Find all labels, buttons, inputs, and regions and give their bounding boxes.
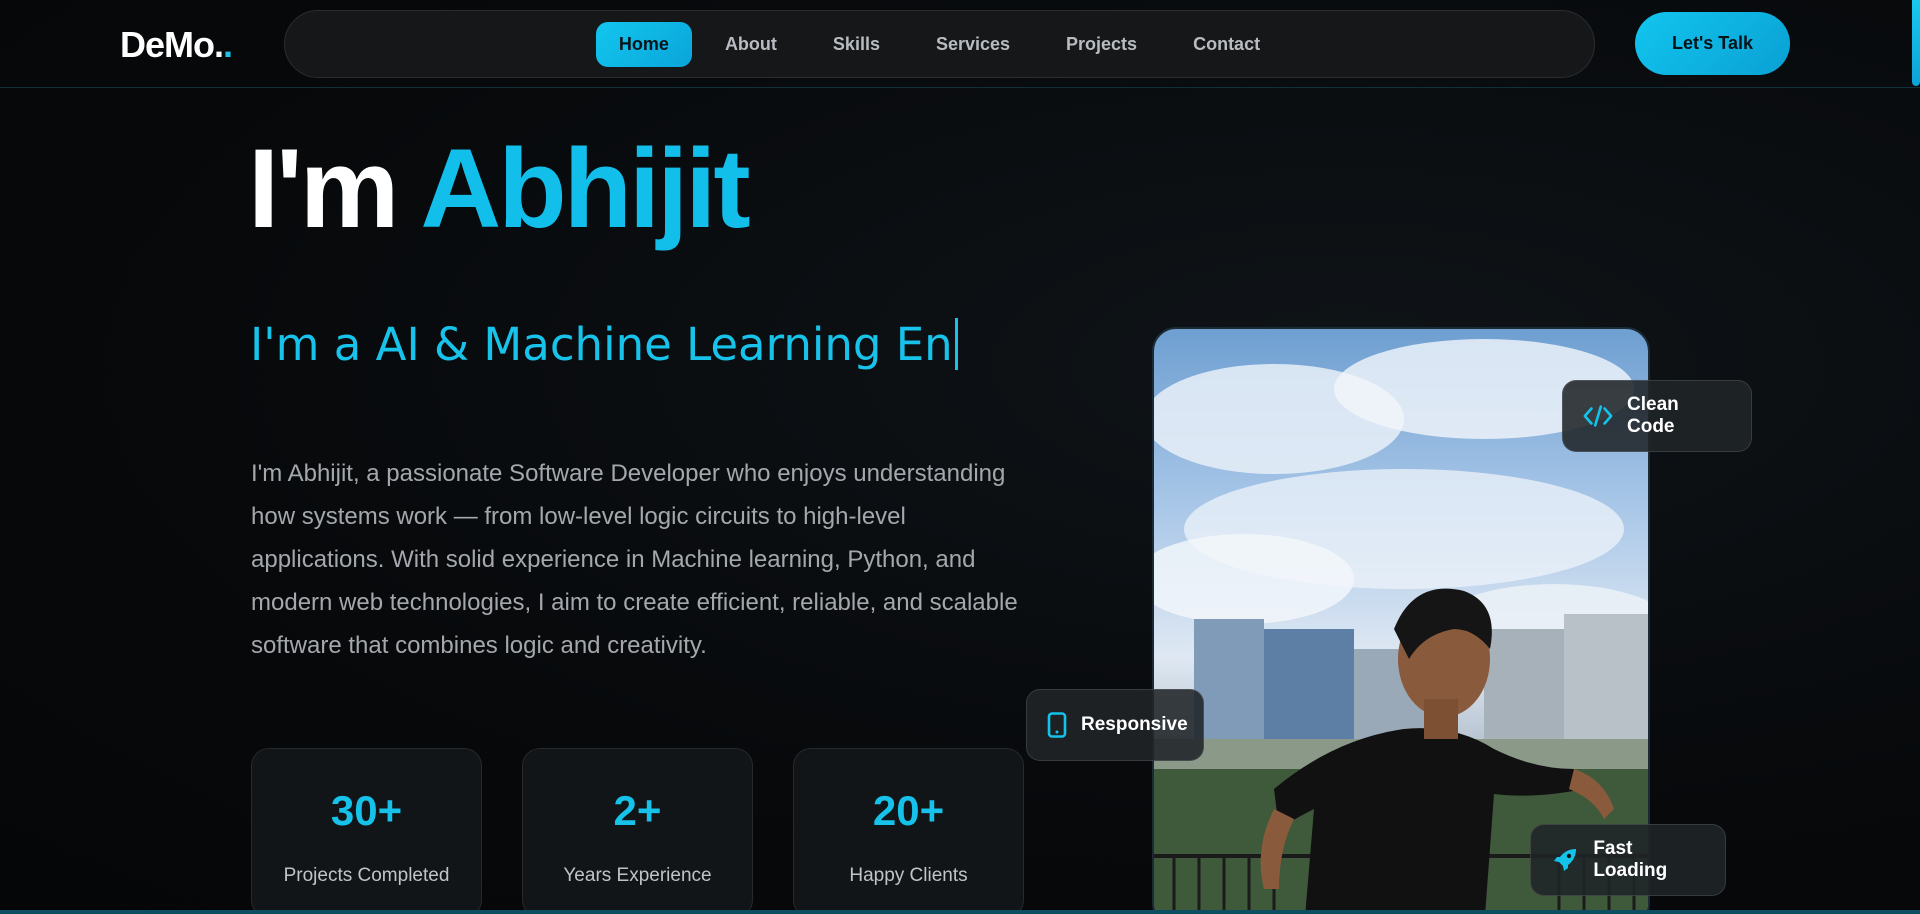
code-icon — [1583, 401, 1613, 431]
stat-value: 30+ — [330, 787, 403, 834]
stat-label: Projects Completed — [283, 865, 450, 886]
hero-name: Abhijit — [420, 126, 750, 251]
stat-label: Happy Clients — [849, 865, 968, 886]
badge-label: Fast Loading — [1593, 838, 1668, 881]
stat-value: 2+ — [613, 787, 662, 834]
logo[interactable]: DeMo.. — [120, 24, 233, 66]
hero-title: I'm Abhijit — [248, 122, 751, 256]
site-header: DeMo.. Home About Skills Services Projec… — [0, 0, 1920, 88]
main-nav: Home About Skills Services Projects Cont… — [284, 10, 1595, 78]
logo-text: DeMo. — [120, 24, 224, 65]
logo-dot: . — [223, 24, 233, 65]
badge-label: Clean Code — [1627, 394, 1679, 437]
stat-card-projects: 30+ Projects Completed — [251, 748, 482, 914]
stat-value: 20+ — [872, 787, 945, 834]
stat-label: Years Experience — [563, 865, 712, 886]
typed-role-text: I'm a AI & Machine Learning En — [250, 318, 953, 371]
badge-fast-loading: Fast Loading — [1530, 824, 1726, 896]
lets-talk-button[interactable]: Let's Talk — [1635, 12, 1790, 75]
typing-cursor — [954, 318, 958, 370]
stat-card-clients: 20+ Happy Clients — [793, 748, 1024, 914]
badge-clean-code: Clean Code — [1562, 380, 1752, 452]
nav-item-projects[interactable]: Projects — [1043, 22, 1160, 67]
nav-item-home[interactable]: Home — [595, 21, 692, 67]
stat-card-experience: 2+ Years Experience — [522, 748, 753, 914]
hero-bio: I'm Abhijit, a passionate Software Devel… — [251, 460, 1018, 659]
mobile-icon — [1047, 710, 1067, 740]
nav-item-about[interactable]: About — [702, 22, 800, 67]
badge-responsive: Responsive — [1026, 689, 1204, 761]
nav-item-skills[interactable]: Skills — [810, 22, 903, 67]
nav-item-services[interactable]: Services — [913, 22, 1033, 67]
scrollbar-thumb[interactable] — [1912, 0, 1920, 86]
badge-label: Responsive — [1081, 714, 1188, 735]
rocket-icon — [1551, 845, 1579, 875]
hero-greeting: I'm — [248, 126, 399, 251]
typed-role: I'm a AI & Machine Learning En — [250, 318, 958, 371]
nav-item-contact[interactable]: Contact — [1170, 22, 1283, 67]
section-divider — [0, 910, 1920, 914]
